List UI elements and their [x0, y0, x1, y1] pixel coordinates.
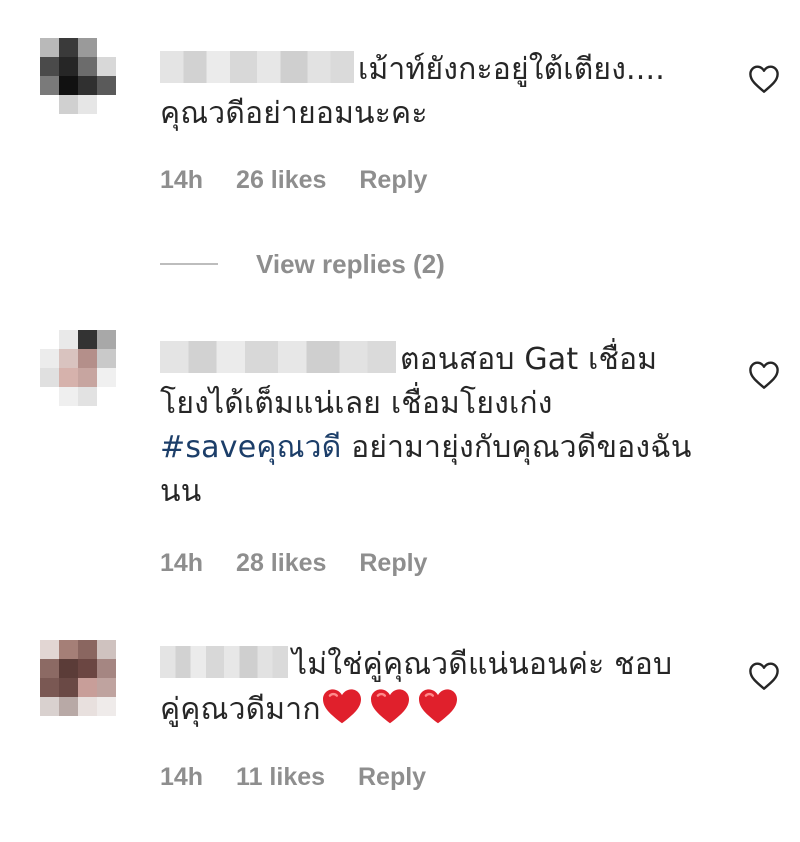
comment-meta: 14h 26 likes Reply [160, 166, 453, 195]
comment-text: ไม่ใช่คู่คุณวดีแน่นอนค่ะ ชอบ คู่คุณวดีมา… [160, 643, 672, 732]
likes-count[interactable]: 11 likes [236, 763, 325, 791]
avatar[interactable] [40, 330, 116, 406]
heart-outline-icon[interactable] [748, 661, 780, 691]
hashtag-link[interactable]: #saveคุณวดี [160, 430, 341, 465]
comment-text: เม้าท์ยังกะอยู่ใต้เตียง.... คุณวดีอย่ายอ… [160, 48, 665, 136]
comment-text: ตอนสอบ Gat เชื่อม โยงได้เต็มแน่เลย เชื่อ… [160, 338, 692, 514]
comment-line: เม้าท์ยังกะอยู่ใต้เตียง.... [358, 52, 665, 87]
red-heart-emoji [322, 689, 361, 724]
comment-line: คุณวดีอย่ายอมนะคะ [160, 96, 428, 131]
red-heart-emoji [370, 689, 409, 724]
divider-line [160, 263, 218, 265]
comment-time: 14h [160, 763, 204, 791]
view-replies-button[interactable]: View replies (2) [160, 246, 445, 282]
red-heart-emojis [321, 687, 459, 725]
comment-line: ไม่ใช่คู่คุณวดีแน่นอนค่ะ ชอบ [292, 647, 673, 682]
comment-time: 14h [160, 166, 204, 194]
reply-button[interactable]: Reply [359, 166, 427, 194]
avatar[interactable] [40, 38, 116, 114]
comment-line: ตอนสอบ Gat เชื่อม [400, 342, 658, 377]
username-blurred[interactable] [160, 51, 354, 83]
username-blurred[interactable] [160, 646, 288, 678]
reply-button[interactable]: Reply [358, 763, 426, 791]
comment-line: นน [160, 474, 202, 509]
red-heart-emoji [418, 689, 457, 724]
likes-count[interactable]: 26 likes [236, 166, 326, 194]
comment-meta: 14h 11 likes Reply [160, 763, 452, 792]
heart-outline-icon[interactable] [748, 64, 780, 94]
comment-line: อย่ามายุ่งกับคุณวดีของฉัน [351, 430, 692, 465]
heart-outline-icon[interactable] [748, 360, 780, 390]
comment-line: โยงได้เต็มแน่เลย เชื่อมโยงเก่ง [160, 386, 553, 421]
comment-time: 14h [160, 549, 204, 577]
comment-meta: 14h 28 likes Reply [160, 549, 453, 578]
avatar[interactable] [40, 640, 116, 716]
likes-count[interactable]: 28 likes [236, 549, 326, 577]
view-replies-label[interactable]: View replies (2) [256, 249, 445, 280]
reply-button[interactable]: Reply [359, 549, 427, 577]
comment-line: คู่คุณวดีมาก [160, 692, 321, 727]
username-blurred[interactable] [160, 341, 396, 373]
